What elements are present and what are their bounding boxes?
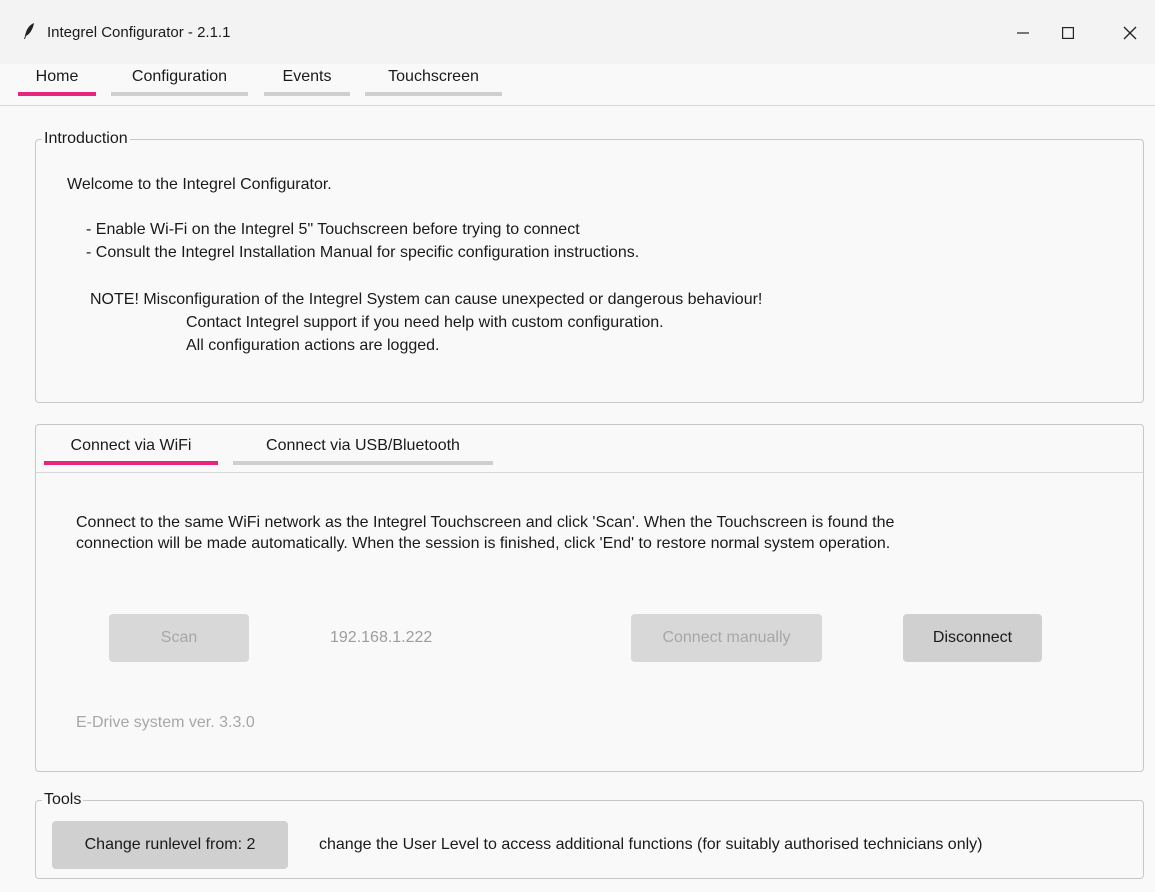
maximize-icon: [1062, 27, 1074, 39]
main-tab-bar: Home Configuration Events Touchscreen: [0, 64, 1155, 106]
connect-manually-button[interactable]: Connect manually: [631, 614, 822, 662]
tab-connect-wifi[interactable]: Connect via WiFi: [44, 425, 218, 469]
maximize-button[interactable]: [1045, 14, 1091, 52]
minimize-icon: [1017, 32, 1029, 34]
tab-connect-usb-bluetooth[interactable]: Connect via USB/Bluetooth: [233, 425, 493, 469]
tab-label: Events: [282, 68, 332, 85]
note-support: Contact Integrel support if you need hel…: [186, 314, 664, 331]
note-logged: All configuration actions are logged.: [186, 337, 440, 354]
minimize-button[interactable]: [1000, 14, 1046, 52]
close-button[interactable]: [1107, 14, 1153, 52]
scan-button[interactable]: Scan: [109, 614, 249, 662]
close-icon: [1123, 26, 1137, 40]
tab-home[interactable]: Home: [18, 64, 96, 104]
tab-label: Home: [35, 68, 79, 85]
tools-group: Tools Change runlevel from: 2 change the…: [35, 791, 1144, 879]
tab-touchscreen[interactable]: Touchscreen: [365, 64, 502, 104]
intro-bullet-manual: - Consult the Integrel Installation Manu…: [86, 244, 640, 261]
title-bar: Integrel Configurator - 2.1.1: [0, 0, 1155, 64]
divider: [36, 472, 1143, 473]
tools-legend: Tools: [42, 791, 84, 809]
note-warning: NOTE! Misconfiguration of the Integrel S…: [90, 291, 763, 308]
tab-label: Connect via USB/Bluetooth: [266, 437, 460, 454]
tab-label: Configuration: [131, 68, 228, 85]
tab-indicator: [18, 92, 96, 96]
tab-indicator: [111, 92, 248, 96]
change-runlevel-button[interactable]: Change runlevel from: 2: [52, 821, 288, 869]
feather-icon: [24, 23, 34, 39]
tab-label: Connect via WiFi: [70, 437, 192, 454]
disconnect-button[interactable]: Disconnect: [903, 614, 1042, 662]
edrive-version: E-Drive system ver. 3.3.0: [76, 714, 255, 731]
connect-group: Connect via WiFi Connect via USB/Bluetoo…: [35, 424, 1144, 772]
ip-address: 192.168.1.222: [330, 629, 433, 646]
window-title: Integrel Configurator - 2.1.1: [47, 24, 231, 41]
tab-indicator: [233, 461, 493, 465]
runlevel-description: change the User Level to access addition…: [319, 836, 983, 853]
tab-indicator: [365, 92, 502, 96]
wifi-instructions: Connect to the same WiFi network as the …: [76, 514, 895, 552]
introduction-group: Introduction Welcome to the Integrel Con…: [35, 130, 1144, 403]
tab-indicator: [44, 461, 218, 465]
tab-events[interactable]: Events: [264, 64, 350, 104]
tab-label: Touchscreen: [388, 68, 479, 85]
tab-configuration[interactable]: Configuration: [111, 64, 248, 104]
introduction-legend: Introduction: [42, 130, 130, 148]
intro-bullet-wifi: - Enable Wi-Fi on the Integrel 5" Touchs…: [86, 221, 580, 238]
tab-indicator: [264, 92, 350, 96]
welcome-text: Welcome to the Integrel Configurator.: [67, 176, 332, 193]
